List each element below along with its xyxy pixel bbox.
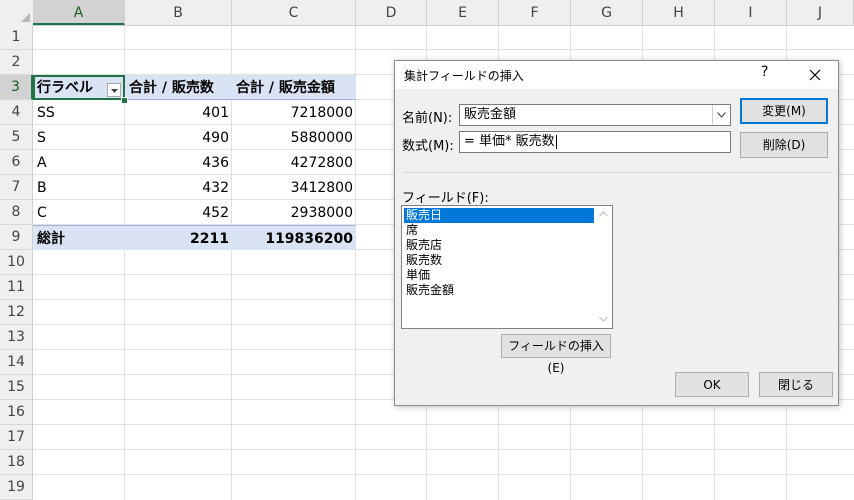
- gridline: [33, 474, 854, 475]
- row-header-11[interactable]: 11: [0, 275, 33, 300]
- row-header-8[interactable]: 8: [0, 200, 33, 225]
- column-header-c[interactable]: C: [232, 0, 356, 25]
- fields-label: フィールド(F):: [402, 191, 489, 206]
- row-header-19[interactable]: 19: [0, 475, 33, 500]
- insert-field-button[interactable]: フィールドの挿入(E): [501, 334, 611, 375]
- close-icon[interactable]: [805, 65, 825, 85]
- pivot-header-sum-qty[interactable]: 合計 / 販売数: [125, 75, 232, 100]
- pivot-cell-amount[interactable]: 2938000: [232, 200, 356, 225]
- name-label: 名前(N):: [402, 111, 453, 126]
- row-header-1[interactable]: 1: [0, 25, 33, 50]
- column-header-f[interactable]: F: [499, 0, 571, 25]
- delete-button[interactable]: 削除(D): [740, 132, 828, 158]
- pivot-row-label[interactable]: SS: [33, 100, 125, 125]
- pivot-cell-qty[interactable]: 490: [125, 125, 232, 150]
- select-all-corner[interactable]: [0, 0, 34, 25]
- pivot-cell-qty[interactable]: 432: [125, 175, 232, 200]
- row-header-2[interactable]: 2: [0, 50, 33, 75]
- pivot-total-label[interactable]: 総計: [33, 225, 125, 250]
- modify-button[interactable]: 変更(M): [740, 98, 828, 124]
- pivot-header-sum-amount[interactable]: 合計 / 販売金額: [232, 75, 356, 100]
- pivot-cell-qty[interactable]: 401: [125, 100, 232, 125]
- row-header-3[interactable]: 3: [0, 75, 33, 100]
- pivot-cell-amount[interactable]: 7218000: [232, 100, 356, 125]
- row-header-17[interactable]: 17: [0, 425, 33, 450]
- filter-dropdown-button[interactable]: [107, 83, 121, 97]
- name-value: 販売金額: [464, 107, 517, 122]
- pivot-cell-amount[interactable]: 3412800: [232, 175, 356, 200]
- gridline: [33, 49, 854, 50]
- name-combobox[interactable]: 販売金額: [459, 104, 731, 126]
- row-header-5[interactable]: 5: [0, 125, 33, 150]
- row-header-13[interactable]: 13: [0, 325, 33, 350]
- field-item[interactable]: 販売数: [404, 253, 594, 268]
- row-header-18[interactable]: 18: [0, 450, 33, 475]
- ok-button[interactable]: OK: [675, 372, 749, 397]
- field-item[interactable]: 販売店: [404, 238, 594, 253]
- row-header-15[interactable]: 15: [0, 375, 33, 400]
- pivot-row-label[interactable]: A: [33, 150, 125, 175]
- formula-value: = 単価* 販売数: [464, 134, 555, 149]
- column-header-g[interactable]: G: [571, 0, 643, 25]
- pivot-total-amount[interactable]: 119836200: [232, 225, 356, 250]
- row-header-14[interactable]: 14: [0, 350, 33, 375]
- row-header-6[interactable]: 6: [0, 150, 33, 175]
- pivot-cell-amount[interactable]: 5880000: [232, 125, 356, 150]
- row-header-16[interactable]: 16: [0, 400, 33, 425]
- dialog-titlebar[interactable]: 集計フィールドの挿入 ?: [395, 61, 838, 89]
- text-caret: [555, 134, 557, 149]
- pivot-total-qty[interactable]: 2211: [125, 225, 232, 250]
- dialog-divider: [403, 172, 832, 173]
- pivot-row-label[interactable]: C: [33, 200, 125, 225]
- close-button[interactable]: 閉じる: [759, 372, 833, 397]
- column-header-i[interactable]: I: [715, 0, 787, 25]
- dropdown-arrow-icon: [111, 89, 118, 93]
- field-item-selected[interactable]: 販売日: [404, 208, 594, 223]
- column-header-j[interactable]: J: [787, 0, 854, 25]
- field-item[interactable]: 販売金額: [404, 283, 594, 298]
- pivot-cell-qty[interactable]: 452: [125, 200, 232, 225]
- fields-listbox[interactable]: 販売日 席 販売店 販売数 単価 販売金額: [401, 205, 613, 329]
- fields-scrollbar[interactable]: [595, 206, 612, 328]
- dialog-title: 集計フィールドの挿入: [404, 69, 524, 83]
- column-header-b[interactable]: B: [125, 0, 232, 25]
- insert-calculated-field-dialog: 集計フィールドの挿入 ? 名前(N): 販売金額 数式(M): = 単価* 販売…: [394, 60, 839, 406]
- pivot-row-label[interactable]: S: [33, 125, 125, 150]
- pivot-cell-amount[interactable]: 4272800: [232, 150, 356, 175]
- row-header-12[interactable]: 12: [0, 300, 33, 325]
- column-header-d[interactable]: D: [356, 0, 427, 25]
- row-header-9[interactable]: 9: [0, 225, 33, 250]
- gridline: [33, 449, 854, 450]
- scroll-up-icon[interactable]: [599, 211, 608, 217]
- name-dropdown-button[interactable]: [712, 105, 730, 125]
- column-header-h[interactable]: H: [643, 0, 715, 25]
- gridline: [33, 424, 854, 425]
- column-header-e[interactable]: E: [427, 0, 499, 25]
- pivot-row-label[interactable]: B: [33, 175, 125, 200]
- row-header-7[interactable]: 7: [0, 175, 33, 200]
- scroll-down-icon[interactable]: [599, 316, 608, 322]
- pivot-cell-qty[interactable]: 436: [125, 150, 232, 175]
- field-item[interactable]: 単価: [404, 268, 594, 283]
- field-item[interactable]: 席: [404, 223, 594, 238]
- formula-label: 数式(M):: [402, 139, 454, 154]
- help-button[interactable]: ?: [761, 64, 768, 80]
- row-header-4[interactable]: 4: [0, 100, 33, 125]
- chevron-down-icon: [717, 112, 726, 118]
- select-all-triangle-icon: [21, 13, 30, 22]
- row-header-10[interactable]: 10: [0, 250, 33, 275]
- formula-input[interactable]: = 単価* 販売数: [459, 131, 731, 153]
- column-header-a[interactable]: A: [33, 0, 125, 25]
